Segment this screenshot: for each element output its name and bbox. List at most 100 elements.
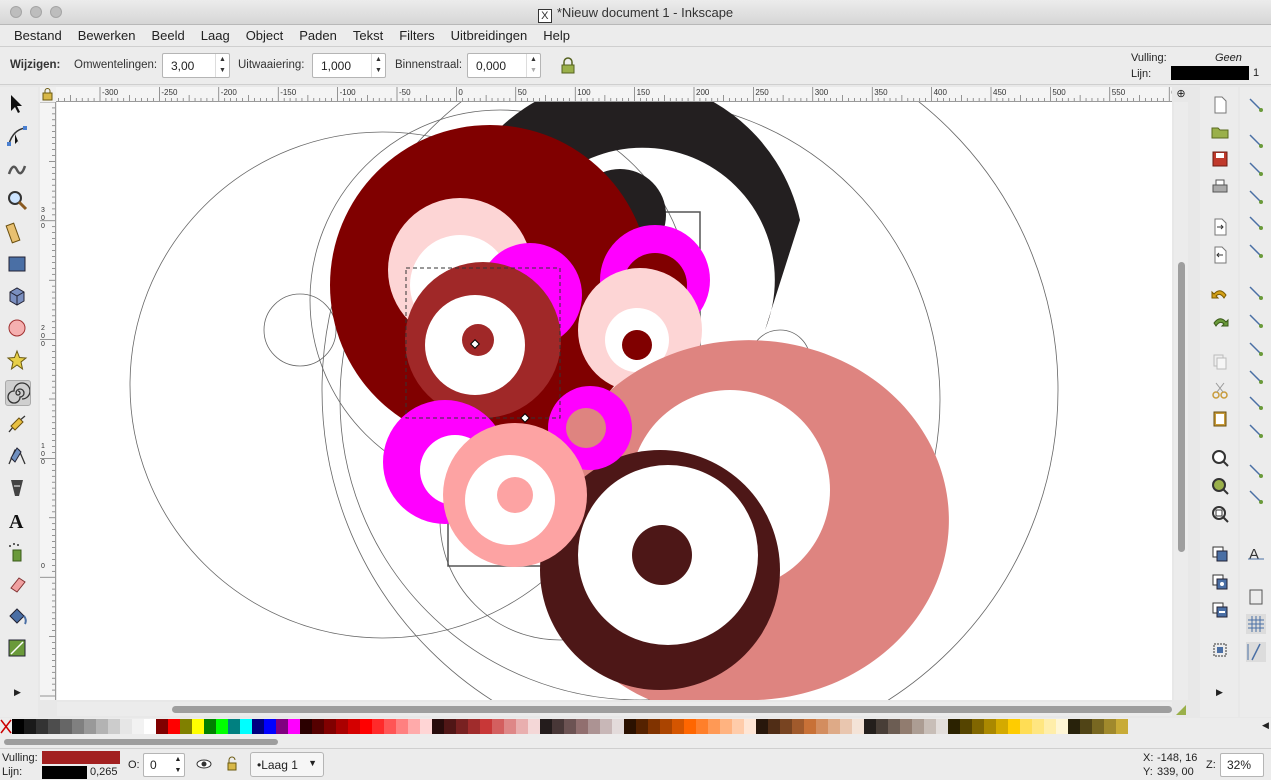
text-tool-icon[interactable]: A (5, 508, 31, 534)
color-management-icon[interactable] (1174, 703, 1188, 717)
copy-icon[interactable] (1210, 352, 1230, 372)
palette-swatch[interactable] (420, 719, 432, 734)
palette-swatch[interactable] (1020, 719, 1032, 734)
palette-swatch[interactable] (900, 719, 912, 734)
palette-swatch[interactable] (660, 719, 672, 734)
menu-path[interactable]: Paden (291, 28, 345, 43)
paint-bucket-tool-icon[interactable] (5, 604, 31, 630)
palette-swatch[interactable] (168, 719, 180, 734)
palette-swatch[interactable] (372, 719, 384, 734)
ellipse-tool-icon[interactable] (5, 316, 31, 342)
palette-swatch[interactable] (876, 719, 888, 734)
palette-swatch[interactable] (696, 719, 708, 734)
palette-swatch[interactable] (756, 719, 768, 734)
palette-swatch[interactable] (828, 719, 840, 734)
palette-swatch[interactable] (228, 719, 240, 734)
expansion-spinbox[interactable]: 1,000 ▲ ▼ (312, 53, 386, 78)
palette-swatch[interactable] (72, 719, 84, 734)
toolbox-expand-icon[interactable]: ▶ (14, 687, 21, 698)
snap-rotation-center-icon[interactable] (1246, 487, 1266, 507)
palette-swatch[interactable] (324, 719, 336, 734)
calligraphy-tool-icon[interactable] (5, 476, 31, 502)
3d-box-tool-icon[interactable] (5, 284, 31, 310)
palette-swatch[interactable] (612, 719, 624, 734)
palette-swatch[interactable] (192, 719, 204, 734)
snap-object-midpoint-icon[interactable] (1246, 461, 1266, 481)
palette-swatch[interactable] (276, 719, 288, 734)
palette-swatch[interactable] (648, 719, 660, 734)
export-icon[interactable] (1210, 245, 1230, 265)
menu-file[interactable]: Bestand (6, 28, 70, 43)
ruler-corner-lock[interactable] (40, 87, 56, 102)
spin-up-icon[interactable]: ▲ (527, 54, 540, 65)
cut-icon[interactable] (1210, 380, 1230, 400)
palette-swatch[interactable] (528, 719, 540, 734)
palette-swatch[interactable] (264, 719, 276, 734)
expansion-value[interactable]: 1,000 (321, 59, 351, 73)
palette-swatch[interactable] (1032, 719, 1044, 734)
spin-up-icon[interactable]: ▲ (216, 54, 229, 65)
palette-swatch[interactable] (636, 719, 648, 734)
inner-radius-spinbox[interactable]: 0,000 ▲ ▼ (467, 53, 541, 78)
palette-swatch[interactable] (960, 719, 972, 734)
unlink-clone-icon[interactable] (1210, 600, 1230, 620)
palette-swatch[interactable] (240, 719, 252, 734)
palette-swatch[interactable] (108, 719, 120, 734)
palette-swatch[interactable] (456, 719, 468, 734)
palette-swatch[interactable] (912, 719, 924, 734)
palette-swatch[interactable] (1092, 719, 1104, 734)
palette-swatch[interactable] (180, 719, 192, 734)
palette-swatch[interactable] (252, 719, 264, 734)
snap-cusp-node-icon[interactable] (1246, 367, 1266, 387)
horizontal-scroll-thumb[interactable] (172, 706, 1172, 713)
snap-enable-icon[interactable] (1246, 95, 1266, 115)
palette-menu-icon[interactable]: ◀ (1262, 720, 1269, 731)
zoom-corner-icon[interactable]: ⊕ (1174, 87, 1188, 101)
palette-swatch[interactable] (1080, 719, 1092, 734)
palette-swatch[interactable] (588, 719, 600, 734)
palette-swatch[interactable] (768, 719, 780, 734)
layer-dropdown[interactable]: •Laag 1 ▼ (250, 752, 324, 777)
palette-swatch[interactable] (720, 719, 732, 734)
paste-icon[interactable] (1210, 408, 1230, 428)
horizontal-ruler[interactable]: -300 -250 -200 -150 -100 -50 0 50 100 150 200 250 30… (56, 87, 1172, 102)
palette-swatch[interactable] (516, 719, 528, 734)
pen-tool-icon[interactable] (5, 444, 31, 470)
palette-swatch[interactable] (408, 719, 420, 734)
stroke-color-swatch[interactable] (1171, 66, 1249, 80)
palette-swatch[interactable] (1116, 719, 1128, 734)
zoom-value[interactable]: 32% (1227, 758, 1251, 772)
palette-swatch[interactable] (924, 719, 936, 734)
opacity-spinbox[interactable]: 0 ▲ ▼ (143, 753, 185, 777)
undo-icon[interactable] (1210, 285, 1230, 305)
selector-tool-icon[interactable] (5, 92, 31, 118)
vertical-scroll-thumb[interactable] (1178, 262, 1185, 552)
palette-scroll-thumb[interactable] (4, 739, 278, 745)
horizontal-scrollbar[interactable] (57, 702, 1172, 716)
palette-swatch[interactable] (804, 719, 816, 734)
spin-down-icon[interactable]: ▼ (372, 65, 385, 76)
zoom-tool-icon[interactable] (5, 188, 31, 214)
snap-bbox-midpoint-icon[interactable] (1246, 213, 1266, 233)
snap-grid-icon[interactable] (1246, 614, 1266, 634)
palette-swatch[interactable] (300, 719, 312, 734)
snap-path-icon[interactable] (1246, 311, 1266, 331)
palette-swatch[interactable] (624, 719, 636, 734)
status-stroke-swatch[interactable] (42, 766, 87, 779)
snap-bbox-corner-icon[interactable] (1246, 187, 1266, 207)
palette-swatch[interactable] (576, 719, 588, 734)
snap-bbox-edge-icon[interactable] (1246, 159, 1266, 179)
palette-swatch[interactable] (564, 719, 576, 734)
zoom-selection-icon[interactable] (1210, 448, 1230, 468)
duplicate-icon[interactable] (1210, 544, 1230, 564)
palette-swatch[interactable] (1104, 719, 1116, 734)
fit-page-icon[interactable] (1210, 640, 1230, 660)
gradient-tool-icon[interactable] (5, 636, 31, 662)
palette-swatch[interactable] (132, 719, 144, 734)
palette-swatch[interactable] (1008, 719, 1020, 734)
palette-swatch[interactable] (36, 719, 48, 734)
palette-swatch[interactable] (1044, 719, 1056, 734)
spray-tool-icon[interactable] (5, 540, 31, 566)
palette-swatch[interactable] (744, 719, 756, 734)
palette-swatch[interactable] (336, 719, 348, 734)
